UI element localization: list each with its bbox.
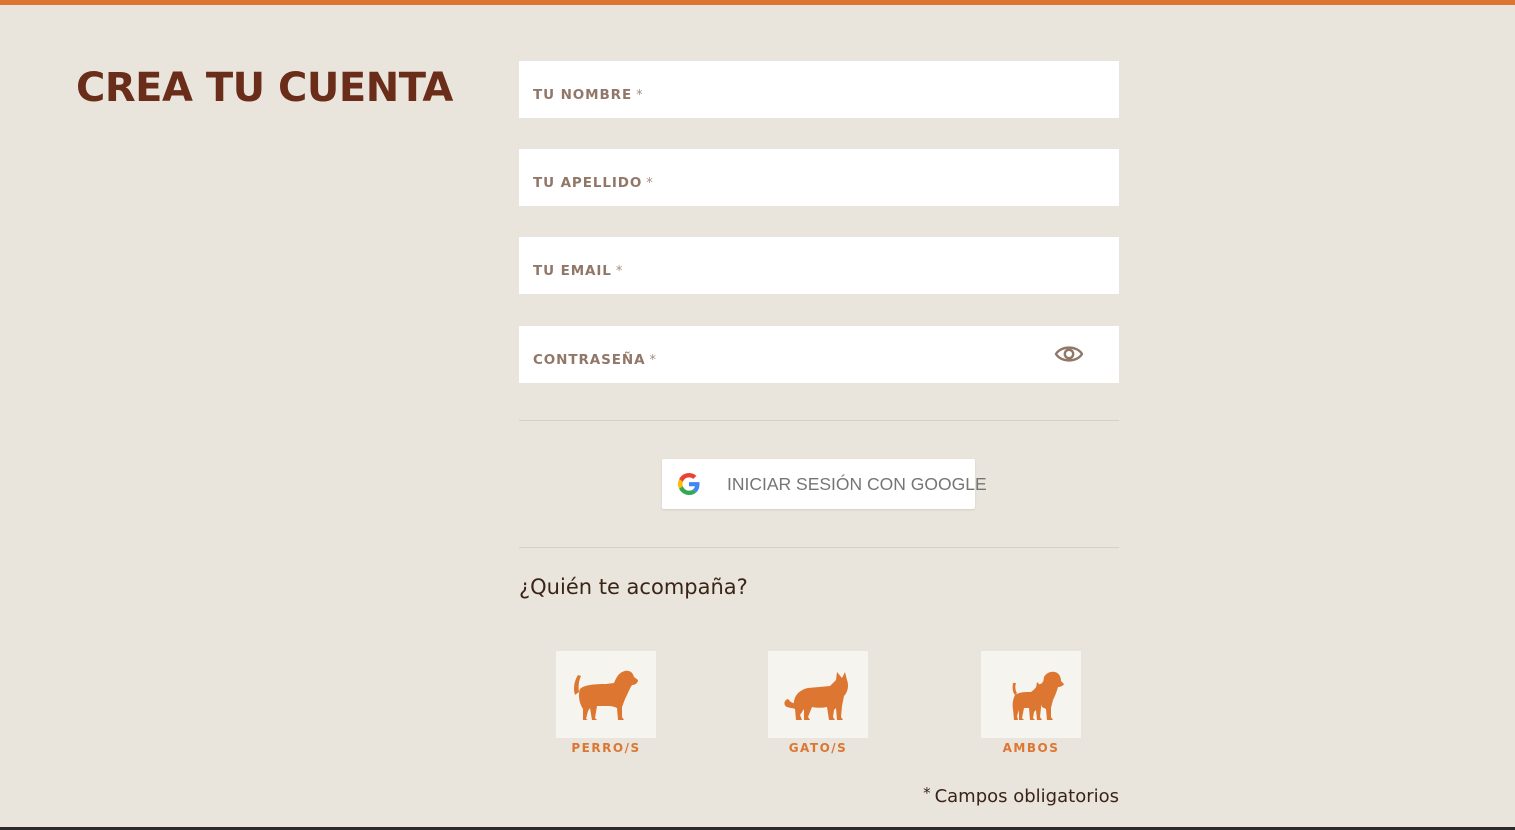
password-field[interactable]: CONTRASEÑA * (519, 326, 1119, 383)
pet-tile (981, 651, 1081, 738)
dog-icon (574, 670, 638, 720)
password-label: CONTRASEÑA * (533, 352, 657, 368)
pet-label-cat: GATO/S (788, 741, 848, 755)
pet-option-both[interactable]: AMBOS (981, 651, 1081, 755)
google-signin-button[interactable]: INICIAR SESIÓN CON GOOGLE (662, 459, 987, 509)
pet-label-dog: PERRO/S (571, 741, 641, 755)
email-label: TU EMAIL * (533, 263, 624, 279)
google-icon (678, 473, 700, 495)
first-name-label: TU NOMBRE * (533, 87, 644, 103)
divider (519, 547, 1119, 548)
page-title: CREA TU CUENTA (76, 65, 453, 111)
pet-option-cat[interactable]: GATO/S (768, 651, 868, 755)
dog-and-cat-icon (1012, 671, 1064, 720)
eye-icon[interactable] (1054, 343, 1084, 365)
required-mark: * (649, 353, 657, 368)
required-mark: * (636, 88, 644, 103)
pet-tile (556, 651, 656, 738)
cat-icon (784, 672, 848, 720)
required-mark: * (923, 784, 931, 802)
last-name-label: TU APELLIDO * (533, 175, 654, 191)
google-signin-label: INICIAR SESIÓN CON GOOGLE (727, 474, 987, 494)
required-mark: * (646, 176, 654, 191)
divider (519, 420, 1119, 421)
companion-question: ¿Quién te acompaña? (519, 575, 748, 599)
pet-label-both: AMBOS (1002, 741, 1060, 755)
last-name-field[interactable]: TU APELLIDO * (519, 149, 1119, 206)
first-name-field[interactable]: TU NOMBRE * (519, 61, 1119, 118)
required-fields-note: * Campos obligatorios (923, 784, 1119, 807)
top-accent-bar (0, 0, 1515, 5)
pet-tile (768, 651, 868, 738)
required-mark: * (615, 264, 624, 279)
pet-option-dog[interactable]: PERRO/S (556, 651, 656, 755)
email-field[interactable]: TU EMAIL * (519, 237, 1119, 294)
